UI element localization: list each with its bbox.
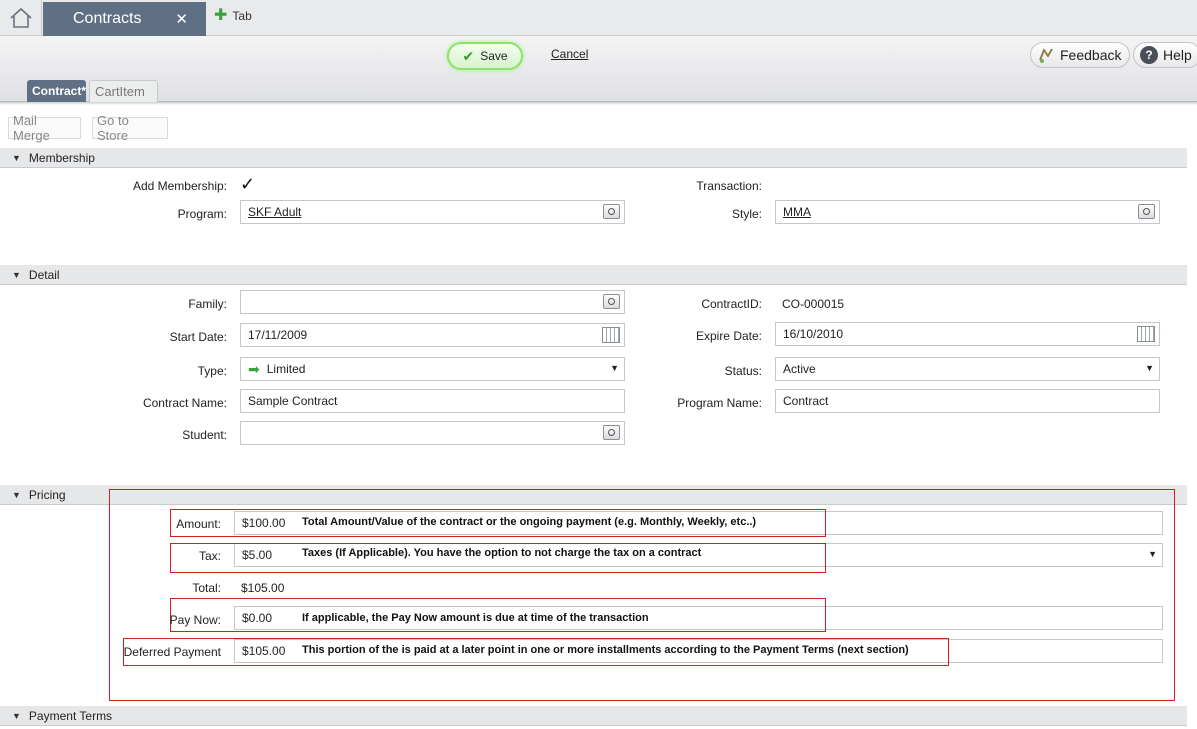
transaction-label: Transaction: [696,179,762,193]
contract-name-value: Sample Contract [248,394,338,408]
amount-label: Amount: [176,517,221,531]
tab-bar: Contracts ✕ ✚ Tab [0,0,1197,36]
style-field[interactable]: MMA [775,200,1160,224]
status-label: Status: [724,364,762,378]
program-name-value: Contract [783,394,829,408]
section-title: Detail [28,267,60,282]
close-icon[interactable]: ✕ [175,10,188,28]
search-icon[interactable] [1138,204,1155,219]
student-field[interactable] [240,421,625,445]
toolbar: ✔ Save Cancel Feedback ? Help Contract* … [0,36,1197,102]
search-icon[interactable] [603,425,620,440]
add-membership-label: Add Membership: [132,179,227,193]
amount-note: Total Amount/Value of the contract or th… [302,516,757,528]
feedback-button[interactable]: Feedback [1030,42,1131,68]
calendar-icon[interactable] [1137,326,1155,342]
toolbar-shadow [0,102,1197,105]
home-button[interactable] [0,0,42,36]
status-select[interactable]: Active ▼ [775,357,1160,381]
dropdown-arrow-icon[interactable]: ▼ [1145,363,1154,373]
chevron-down-icon: ▼ [12,489,21,500]
home-icon [9,7,32,28]
chevron-down-icon: ▼ [12,710,21,721]
calendar-icon[interactable] [602,327,620,343]
tax-note: Taxes (If Applicable). You have the opti… [302,547,702,559]
check-icon: ✔ [462,47,475,64]
start-date-label: Start Date: [169,330,227,344]
program-name-field[interactable]: Contract [775,389,1160,413]
contract-name-field[interactable]: Sample Contract [240,389,625,413]
contract-id-label: ContractID: [701,297,762,311]
dropdown-arrow-icon[interactable]: ▼ [1148,549,1157,559]
student-label: Student: [182,428,227,442]
section-title: Payment Terms [28,708,113,723]
cancel-link[interactable]: Cancel [551,47,588,61]
program-value[interactable]: SKF Adult [248,205,301,219]
total-label: Total: [192,581,221,595]
add-tab-label: Tab [232,9,252,23]
deferred-payment-label: Deferred Payment [123,645,221,659]
section-membership[interactable]: ▼ Membership [0,148,1187,168]
type-value: Limited [266,362,306,376]
search-icon[interactable] [603,294,620,309]
expire-date-label: Expire Date: [695,329,762,343]
contract-name-label: Contract Name: [142,396,227,410]
status-value: Active [783,362,816,376]
chevron-down-icon: ▼ [12,269,21,280]
section-detail[interactable]: ▼ Detail [0,265,1187,285]
search-icon[interactable] [603,204,620,219]
program-label: Program: [177,207,227,221]
start-date-field[interactable]: 17/11/2009 [240,323,625,347]
add-membership-checkbox[interactable]: ✓ [240,175,256,193]
expire-date-value: 16/10/2010 [783,327,844,341]
tab-label: Contracts [73,10,142,27]
start-date-value: 17/11/2009 [248,328,308,342]
mail-merge-button[interactable]: Mail Merge [8,113,81,143]
expire-date-field[interactable]: 16/10/2010 [775,322,1160,346]
help-button[interactable]: ? Help [1133,42,1197,68]
total-value: $105.00 [241,581,285,595]
contract-id-value: CO-000015 [782,297,845,311]
pay-now-label: Pay Now: [169,613,221,627]
sub-tab-cartitem[interactable]: CartItem [89,80,158,102]
sub-tab-contract[interactable]: Contract* [27,80,86,102]
program-name-label: Program Name: [677,396,762,410]
feedback-label: Feedback [1060,47,1122,63]
dropdown-arrow-icon[interactable]: ▼ [610,363,619,373]
feedback-icon [1039,48,1053,63]
add-tab-button[interactable]: ✚ Tab [214,7,252,24]
help-label: Help [1163,47,1192,63]
tax-label: Tax: [198,549,221,563]
style-label: Style: [731,207,762,221]
save-label: Save [480,49,508,63]
section-title: Pricing [28,487,66,502]
family-field[interactable] [240,290,625,314]
type-select[interactable]: ➡ Limited ▼ [240,357,625,381]
section-payment-terms[interactable]: ▼ Payment Terms [0,706,1187,726]
go-to-store-button[interactable]: Go to Store [92,113,168,143]
section-title: Membership [28,150,95,165]
deferred-payment-note: This portion of the is paid at a later p… [302,644,909,656]
plus-icon: ✚ [214,7,228,24]
style-value[interactable]: MMA [783,205,811,219]
type-label: Type: [197,364,227,378]
tab-contracts[interactable]: Contracts ✕ [43,2,206,36]
help-icon: ? [1140,46,1158,64]
pay-now-note: If applicable, the Pay Now amount is due… [302,612,649,624]
save-button[interactable]: ✔ Save [447,42,523,70]
program-field[interactable]: SKF Adult [240,200,625,224]
chevron-down-icon: ▼ [12,152,21,163]
family-label: Family: [188,297,227,311]
arrow-right-icon: ➡ [248,360,260,377]
